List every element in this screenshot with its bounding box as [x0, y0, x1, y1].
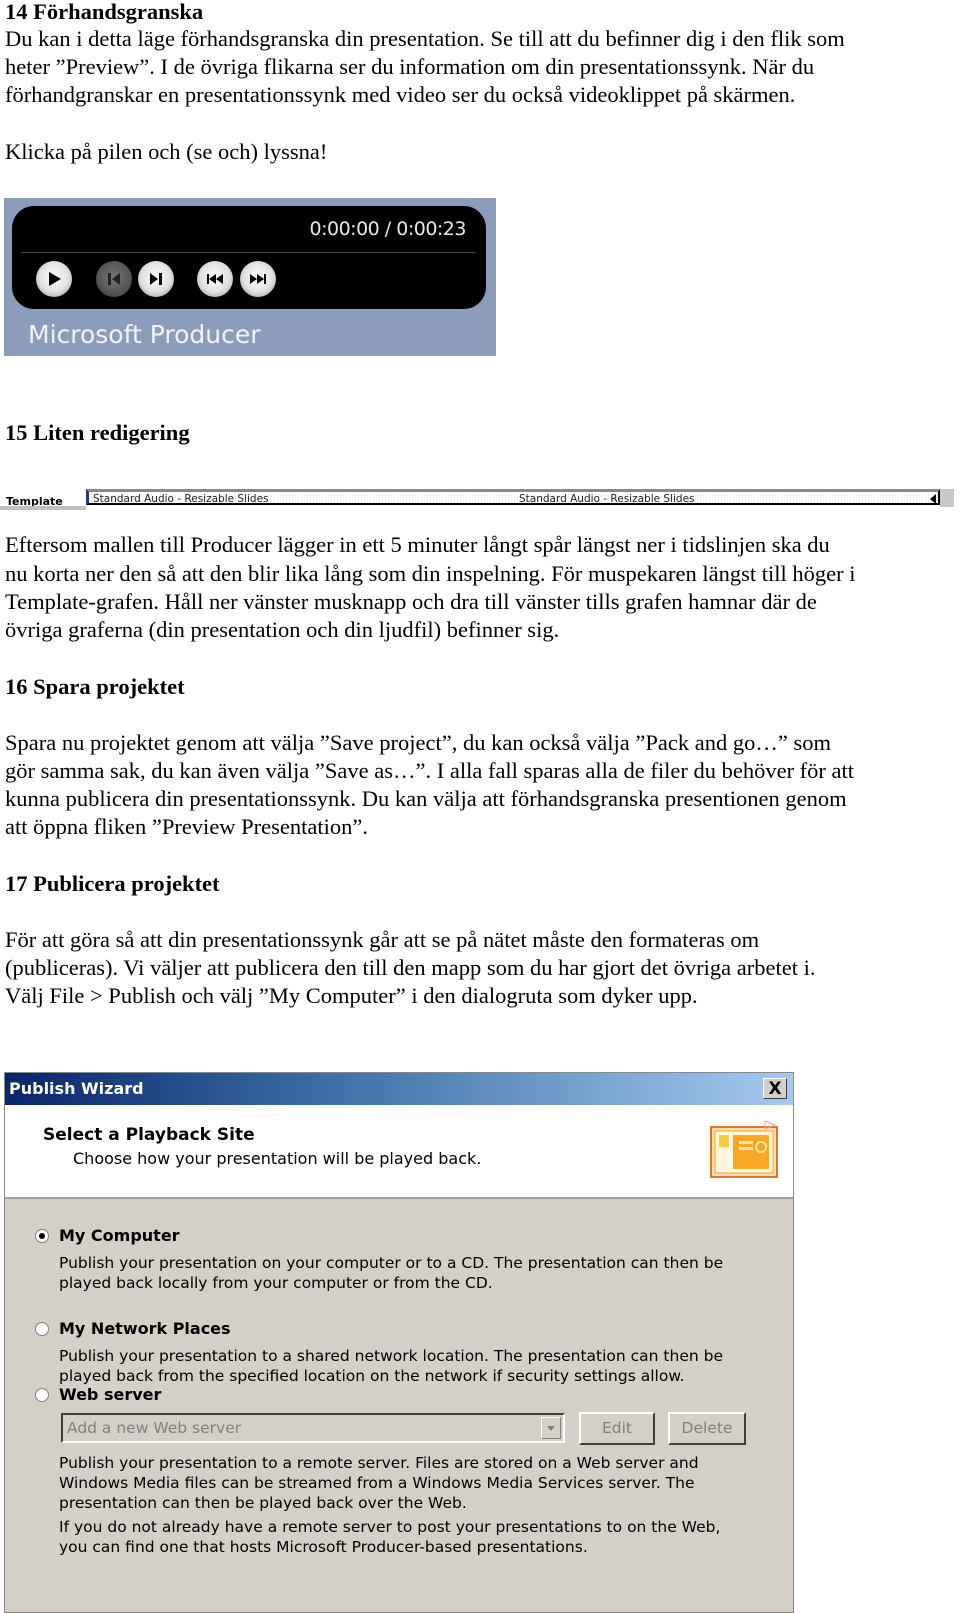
section-16-line: gör samma sak, du kan även välja ”Save a…	[5, 758, 855, 783]
section-15-line: Eftersom mallen till Producer lägger in …	[5, 532, 830, 557]
next-icon	[150, 273, 162, 285]
player-control-panel: 0:00:00 / 0:00:23	[12, 206, 486, 309]
presentation-icon	[710, 1120, 778, 1178]
media-player: 0:00:00 / 0:00:23 Microsoft Producer	[4, 198, 496, 356]
section-15-line: Template-grafen. Håll ner vänster muskna…	[5, 589, 817, 614]
resize-handle[interactable]	[930, 494, 936, 504]
section-14-line: heter ”Preview”. I de övriga flikarna se…	[5, 54, 815, 79]
option-description: played back from the specified location …	[59, 1367, 685, 1385]
option-description: Windows Media files can be streamed from…	[59, 1474, 695, 1492]
section-15-heading: 15 Liten redigering	[5, 420, 190, 445]
section-17-heading: 17 Publicera projektet	[5, 871, 220, 896]
web-server-select-value: Add a new Web server	[67, 1419, 242, 1437]
section-17-line: Välj File > Publish och välj ”My Compute…	[5, 983, 698, 1008]
wizard-step-title: Select a Playback Site	[43, 1125, 255, 1145]
edit-button[interactable]: Edit	[579, 1412, 655, 1445]
section-16-line: kunna publicera din presentationssynk. D…	[5, 786, 847, 811]
option-description: Publish your presentation on your comput…	[59, 1254, 724, 1272]
section-15-line: nu korta ner den så att den blir lika lå…	[5, 561, 856, 586]
section-15-line: övriga graferna (din presentation och di…	[5, 617, 560, 642]
close-icon: X	[768, 1079, 782, 1099]
previous-icon	[108, 273, 120, 285]
next-button[interactable]	[138, 261, 174, 297]
dialog-title-bar[interactable]: Publish Wizard	[5, 1073, 793, 1105]
track-scroll-end	[940, 489, 954, 507]
section-16-line: Spara nu projektet genom att välja ”Save…	[5, 730, 831, 755]
option-description: Publish your presentation to a remote se…	[59, 1454, 699, 1472]
play-button[interactable]	[36, 261, 72, 297]
close-button[interactable]: X	[763, 1078, 787, 1099]
radio-web-server[interactable]	[35, 1388, 49, 1402]
radio-my-computer[interactable]	[35, 1229, 49, 1243]
previous-button[interactable]	[96, 261, 132, 297]
wizard-step-subtitle: Choose how your presentation will be pla…	[73, 1149, 482, 1168]
player-brand: Microsoft Producer	[28, 320, 261, 349]
fast-forward-button[interactable]	[240, 261, 276, 297]
rewind-icon	[207, 274, 223, 284]
option-description: If you do not already have a remote serv…	[59, 1518, 721, 1536]
playback-time: 0:00:00 / 0:00:23	[309, 218, 467, 240]
fast-forward-icon	[250, 274, 266, 284]
section-16-line: att öppna fliken ”Preview Presentation”.	[5, 814, 369, 839]
template-track-bar[interactable]: Standard Audio - Resizable Slides Standa…	[86, 489, 940, 505]
option-description: played back locally from your computer o…	[59, 1274, 493, 1292]
play-icon	[49, 272, 61, 286]
rewind-button[interactable]	[197, 261, 233, 297]
publish-wizard-dialog: Publish Wizard X Select a Playback Site …	[4, 1072, 794, 1613]
section-17-line: (publiceras). Vi väljer att publicera de…	[5, 955, 816, 980]
wizard-header: Select a Playback Site Choose how your p…	[5, 1105, 793, 1199]
section-14-instruction: Klicka på pilen och (se och) lyssna!	[5, 139, 328, 164]
web-server-select[interactable]: Add a new Web server	[61, 1413, 565, 1443]
option-label: My Network Places	[59, 1319, 231, 1338]
option-description: you can find one that hosts Microsoft Pr…	[59, 1538, 588, 1556]
radio-my-network-places[interactable]	[35, 1322, 49, 1336]
option-label: My Computer	[59, 1226, 180, 1245]
template-track: Template Standard Audio - Resizable Slid…	[0, 487, 954, 513]
track-label-underline	[0, 506, 86, 510]
template-segment: Standard Audio - Resizable Slides	[93, 493, 269, 505]
player-divider	[22, 252, 476, 253]
dialog-title: Publish Wizard	[9, 1079, 144, 1098]
section-16-heading: 16 Spara projektet	[5, 674, 185, 699]
section-14-line: förhandgranskar en presentationssynk med…	[5, 82, 796, 107]
option-description: presentation can then be played back ove…	[59, 1494, 467, 1512]
section-17-line: För att göra så att din presentationssyn…	[5, 927, 760, 952]
template-segment: Standard Audio - Resizable Slides	[519, 493, 695, 505]
section-14-line: Du kan i detta läge förhandsgranska din …	[5, 26, 845, 51]
section-14-heading: 14 Förhandsgranska	[5, 0, 204, 24]
delete-button[interactable]: Delete	[668, 1412, 746, 1445]
chevron-down-icon[interactable]	[541, 1417, 561, 1439]
option-label: Web server	[59, 1385, 162, 1404]
option-description: Publish your presentation to a shared ne…	[59, 1347, 723, 1365]
